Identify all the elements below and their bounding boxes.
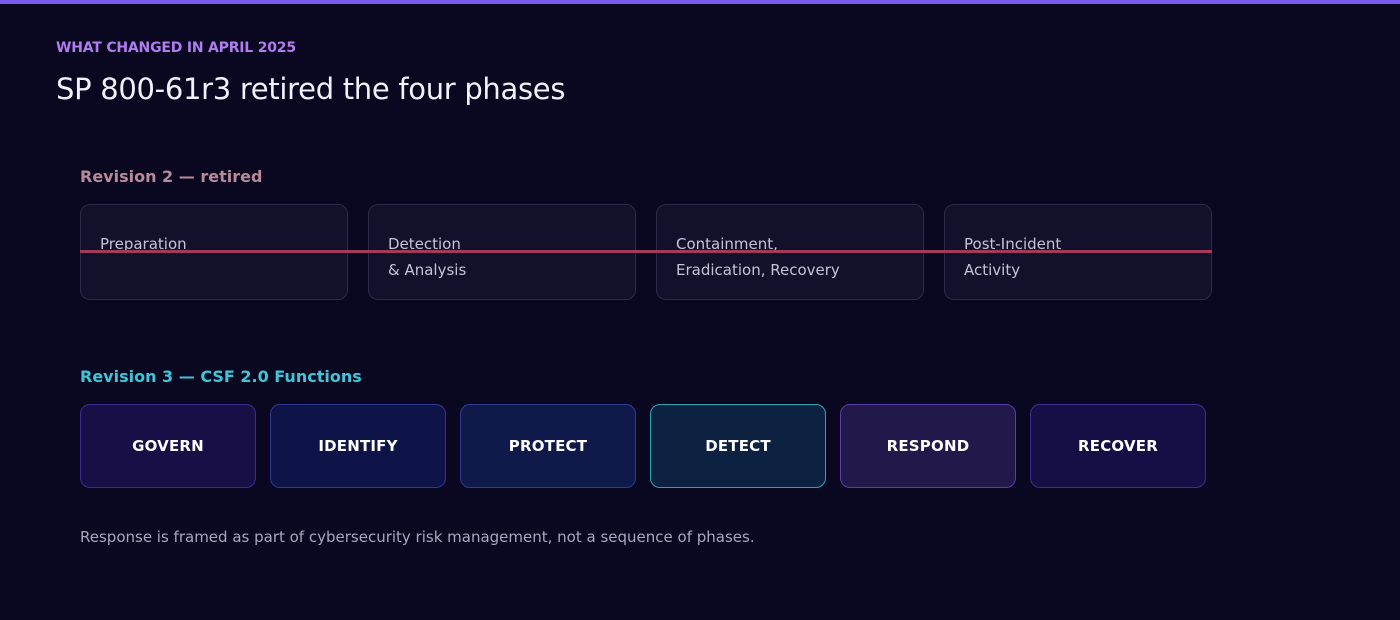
page-title: SP 800-61r3 retired the four phases xyxy=(56,72,566,106)
phase-line: Activity xyxy=(964,261,1021,279)
phase-line: & Analysis xyxy=(388,261,467,279)
phase-line: Containment, xyxy=(676,235,778,253)
phase-line: Preparation xyxy=(100,235,187,253)
revision3-label: Revision 3 — CSF 2.0 Functions xyxy=(80,367,362,386)
csf-functions-row: GOVERN IDENTIFY PROTECT DETECT RESPOND R… xyxy=(80,404,1206,488)
top-accent-bar xyxy=(0,0,1400,4)
strikethrough-line xyxy=(80,250,1212,253)
eyebrow-label: WHAT CHANGED IN APRIL 2025 xyxy=(56,40,296,56)
phase-line: Post-Incident xyxy=(964,235,1062,253)
revision2-label: Revision 2 — retired xyxy=(80,167,263,186)
function-respond: RESPOND xyxy=(840,404,1016,488)
footnote: Response is framed as part of cybersecur… xyxy=(80,528,755,546)
function-protect: PROTECT xyxy=(460,404,636,488)
function-recover: RECOVER xyxy=(1030,404,1206,488)
phase-line: Eradication, Recovery xyxy=(676,261,840,279)
function-detect: DETECT xyxy=(650,404,826,488)
retired-phases-row: Preparation Detection & Analysis Contain… xyxy=(80,204,1212,300)
function-govern: GOVERN xyxy=(80,404,256,488)
phase-line: Detection xyxy=(388,235,461,253)
function-identify: IDENTIFY xyxy=(270,404,446,488)
